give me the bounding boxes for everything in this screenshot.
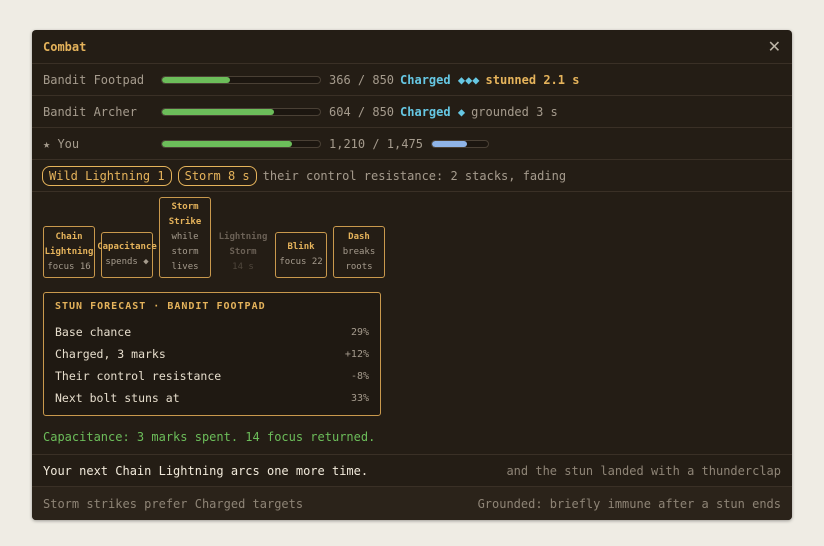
ability-chain-lightning[interactable]: Chain Lightning focus 16 — [43, 226, 95, 278]
panel-header: Combat ✕ — [32, 30, 792, 64]
forecast-row: Base chance 29% — [55, 325, 369, 339]
health-bar — [161, 107, 321, 116]
log-secondary: and the stun landed with a thunderclap — [506, 463, 781, 478]
health-bar — [161, 139, 321, 148]
forecast-row: Charged, 3 marks +12% — [55, 347, 369, 361]
forecast-row: Their control resistance -8% — [55, 369, 369, 383]
stunned-status: stunned 2.1 s — [485, 72, 580, 87]
health-text: 1,210 / 1,475 — [329, 136, 423, 151]
hint-bar: Storm strikes prefer Charged targets Gro… — [32, 487, 792, 520]
ability-capacitance[interactable]: Capacitance spends ◆ — [97, 232, 157, 278]
hint-right: Grounded: briefly immune after a stun en… — [477, 496, 781, 511]
health-bar — [161, 75, 321, 84]
ability-dash[interactable]: Dash breaks roots — [333, 226, 385, 278]
forecast-row: Next bolt stuns at 33% — [55, 391, 369, 405]
combatant-name: Bandit Footpad — [43, 72, 145, 87]
combat-panel: Combat ✕ Bandit Footpad 366 / 850 Charge… — [32, 30, 792, 520]
ability-storm-strike[interactable]: Storm Strike while storm lives — [159, 197, 211, 278]
log-primary: Your next Chain Lightning arcs one more … — [43, 463, 369, 478]
combat-log-line: Your next Chain Lightning arcs one more … — [32, 454, 792, 488]
capacitance-note: Capacitance: 3 marks spent. 14 focus ret… — [43, 430, 376, 444]
buff-chip-storm[interactable]: Storm 8 s — [177, 165, 257, 186]
player-name: ★ You — [43, 136, 80, 151]
combatant-row-archer[interactable]: Bandit Archer 604 / 850 Charged ◆ ground… — [32, 96, 792, 128]
close-icon[interactable]: ✕ — [768, 37, 781, 56]
panel-title: Combat — [43, 39, 87, 54]
charged-status: Charged ◆◆◆ — [400, 72, 480, 87]
stun-forecast: STUN FORECAST · BANDIT FOOTPAD Base chan… — [43, 292, 381, 416]
health-text: 366 / 850 — [329, 72, 395, 87]
forecast-title: STUN FORECAST · BANDIT FOOTPAD — [55, 301, 266, 312]
buff-strip: Wild Lightning 1 Storm 8 s their control… — [32, 160, 792, 192]
combatant-row-player[interactable]: ★ You 1,210 / 1,475 — [32, 128, 792, 160]
health-text: 604 / 850 — [329, 104, 395, 119]
buff-chip-wild-lightning[interactable]: Wild Lightning 1 — [42, 165, 172, 186]
hint-left: Storm strikes prefer Charged targets — [43, 496, 304, 511]
charge-marks-icon: ◆◆◆ — [457, 72, 480, 87]
ability-lightning-storm[interactable]: Lightning Storm 14 s — [217, 226, 269, 278]
ability-blink[interactable]: Blink focus 22 — [275, 232, 327, 278]
grounded-status: grounded 3 s — [471, 104, 558, 119]
combatant-name: Bandit Archer — [43, 104, 137, 119]
control-resistance-note: their control resistance: 2 stacks, fadi… — [262, 168, 567, 183]
focus-bar — [430, 139, 489, 148]
charge-marks-icon: ◆ — [457, 104, 466, 119]
combatant-row-footpad[interactable]: Bandit Footpad 366 / 850 Charged ◆◆◆ stu… — [32, 64, 792, 96]
ability-bar: Chain Lightning focus 16 Capacitance spe… — [43, 197, 403, 278]
charged-status: Charged ◆ — [400, 104, 466, 119]
